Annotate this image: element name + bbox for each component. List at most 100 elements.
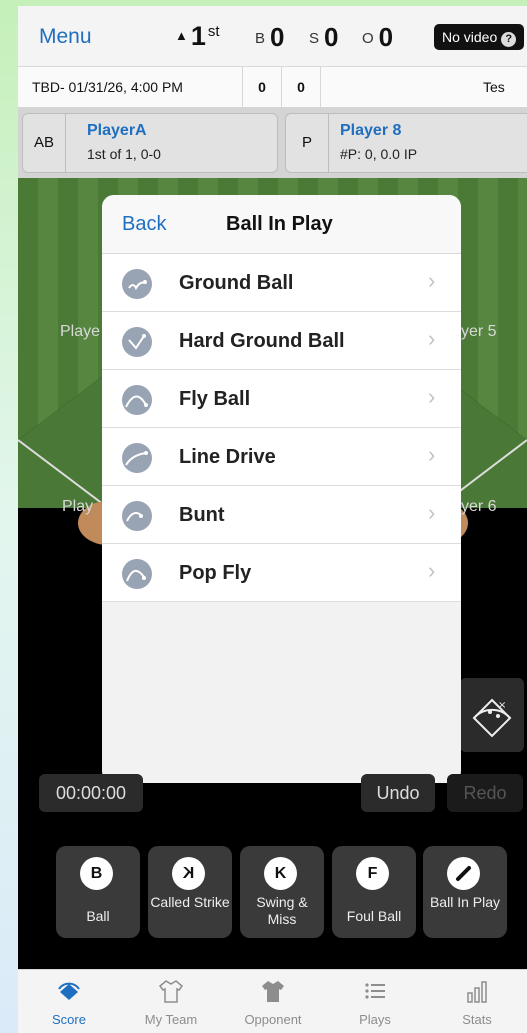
option-label: Line Drive bbox=[179, 446, 276, 468]
matchup-bar: AB PlayerA 1st of 1, 0-0 P Player 8 #P: … bbox=[18, 108, 527, 178]
option-line-drive[interactable]: Line Drive › bbox=[102, 428, 461, 486]
inning-indicator: ▲ 1st bbox=[175, 21, 220, 52]
option-label: Ground Ball bbox=[179, 272, 294, 294]
called-strike-icon: K bbox=[172, 857, 205, 890]
modal-title: Ball In Play bbox=[226, 213, 333, 235]
option-bunt[interactable]: Bunt › bbox=[102, 486, 461, 544]
game-date: TBD- 01/31/26, 4:00 PM bbox=[32, 79, 183, 95]
swing-miss-button[interactable]: K Swing & Miss bbox=[240, 846, 324, 938]
ground-ball-icon bbox=[122, 269, 152, 299]
chevron-right-icon: › bbox=[428, 558, 436, 583]
chevron-right-icon: › bbox=[428, 442, 436, 467]
pitch-label: Foul Ball bbox=[346, 908, 402, 924]
pitcher-position: P bbox=[286, 114, 329, 172]
called-strike-button[interactable]: K Called Strike bbox=[148, 846, 232, 938]
team-name: Tes bbox=[483, 79, 505, 95]
tab-label: My Team bbox=[144, 1012, 198, 1027]
chevron-right-icon: › bbox=[428, 384, 436, 409]
option-hard-ground-ball[interactable]: Hard Ground Ball › bbox=[102, 312, 461, 370]
pitch-label: Swing & Miss bbox=[256, 894, 308, 927]
tab-plays[interactable]: Plays bbox=[324, 970, 426, 1033]
chevron-right-icon: › bbox=[428, 500, 436, 525]
tab-label: Opponent bbox=[244, 1012, 302, 1027]
foul-ball-button[interactable]: F Foul Ball bbox=[332, 846, 416, 938]
tab-label: Plays bbox=[359, 1012, 391, 1027]
ball-in-play-modal: Back Ball In Play Ground Ball › Hard Gro… bbox=[102, 195, 461, 783]
hard-ground-ball-icon bbox=[122, 327, 152, 357]
foul-ball-icon: F bbox=[356, 857, 389, 890]
score-cell-away: 0 bbox=[281, 67, 321, 107]
batter-position: AB bbox=[23, 114, 66, 172]
option-ground-ball[interactable]: Ground Ball › bbox=[102, 254, 461, 312]
top-inning-arrow-icon: ▲ bbox=[175, 28, 188, 43]
pitcher-stat: #P: 0, 0.0 IP bbox=[340, 146, 418, 162]
strikes-count: S0 bbox=[309, 22, 338, 53]
swing-miss-icon: K bbox=[264, 857, 297, 890]
tab-bar: Score My Team Opponent Plays Stats bbox=[18, 969, 527, 1033]
line-drive-icon bbox=[122, 443, 152, 473]
menu-button[interactable]: Menu bbox=[39, 25, 92, 49]
outs-label: O bbox=[362, 30, 374, 47]
chevron-right-icon: › bbox=[428, 268, 436, 293]
help-icon: ? bbox=[501, 32, 517, 47]
field-label-left-upper[interactable]: Playe bbox=[60, 323, 100, 341]
bar-chart-icon bbox=[467, 981, 487, 1003]
svg-text:×: × bbox=[498, 700, 506, 711]
field-label-right-upper[interactable]: yer 5 bbox=[461, 323, 497, 341]
modal-header: Back Ball In Play bbox=[102, 195, 461, 254]
inning-ordinal: st bbox=[207, 23, 220, 40]
option-label: Bunt bbox=[179, 504, 225, 526]
outs-value: 0 bbox=[378, 22, 394, 52]
strikes-label: S bbox=[309, 30, 320, 47]
jersey-outline-icon bbox=[158, 980, 184, 1003]
pitcher-card[interactable]: P Player 8 #P: 0, 0.0 IP bbox=[285, 113, 527, 173]
no-video-label: No video bbox=[442, 29, 498, 45]
no-video-button[interactable]: No video? bbox=[434, 24, 525, 50]
tab-score[interactable]: Score bbox=[18, 970, 120, 1033]
field-label-right-lower[interactable]: yer 6 bbox=[461, 498, 497, 516]
ball-button[interactable]: B Ball bbox=[56, 846, 140, 938]
balls-label: B bbox=[255, 30, 266, 47]
tab-label: Stats bbox=[462, 1012, 492, 1027]
redo-button[interactable]: Redo bbox=[447, 774, 523, 812]
fly-ball-icon bbox=[122, 385, 152, 415]
outs-count: O0 bbox=[362, 22, 393, 53]
pitcher-name: Player 8 bbox=[340, 122, 402, 139]
option-label: Fly Ball bbox=[179, 388, 251, 410]
game-info-row: TBD- 01/31/26, 4:00 PM 0 0 Tes bbox=[18, 67, 527, 108]
ball-in-play-button[interactable]: Ball In Play bbox=[423, 846, 507, 938]
pitch-label: Ball bbox=[86, 908, 110, 924]
jersey-filled-icon bbox=[262, 981, 284, 1002]
option-label: Pop Fly bbox=[179, 562, 252, 584]
field-diagram-icon: × bbox=[472, 698, 512, 738]
chevron-right-icon: › bbox=[428, 326, 436, 351]
pitch-label: Called Strike bbox=[150, 894, 230, 910]
batter-name: PlayerA bbox=[87, 122, 147, 139]
balls-value: 0 bbox=[270, 22, 285, 52]
game-timer[interactable]: 00:00:00 bbox=[39, 774, 143, 812]
field-label-left-lower[interactable]: Play bbox=[62, 498, 93, 516]
bunt-icon bbox=[122, 501, 152, 531]
app-window: Menu ▲ 1st B0 S0 O0 No video? TBD- 01/31/… bbox=[18, 6, 527, 1033]
batter-stat: 1st of 1, 0-0 bbox=[87, 146, 161, 162]
bat-icon bbox=[447, 857, 480, 890]
tab-opponent[interactable]: Opponent bbox=[222, 970, 324, 1033]
score-cell-home: 0 bbox=[242, 67, 281, 107]
strikes-value: 0 bbox=[324, 22, 339, 52]
batter-card[interactable]: AB PlayerA 1st of 1, 0-0 bbox=[22, 113, 278, 173]
pitch-label: Ball In Play bbox=[429, 894, 501, 910]
field-view-button[interactable]: × bbox=[460, 678, 524, 752]
list-icon bbox=[365, 983, 385, 999]
undo-button[interactable]: Undo bbox=[361, 774, 435, 812]
inning-number: 1 bbox=[190, 21, 206, 51]
balls-count: B0 bbox=[255, 22, 284, 53]
option-pop-fly[interactable]: Pop Fly › bbox=[102, 544, 461, 602]
tab-label: Score bbox=[52, 1012, 86, 1027]
option-label: Hard Ground Ball bbox=[179, 330, 345, 352]
tab-stats[interactable]: Stats bbox=[426, 970, 527, 1033]
ball-letter-icon: B bbox=[80, 857, 113, 890]
tab-my-team[interactable]: My Team bbox=[120, 970, 222, 1033]
back-button[interactable]: Back bbox=[122, 213, 166, 236]
diamond-icon bbox=[58, 982, 80, 1000]
option-fly-ball[interactable]: Fly Ball › bbox=[102, 370, 461, 428]
